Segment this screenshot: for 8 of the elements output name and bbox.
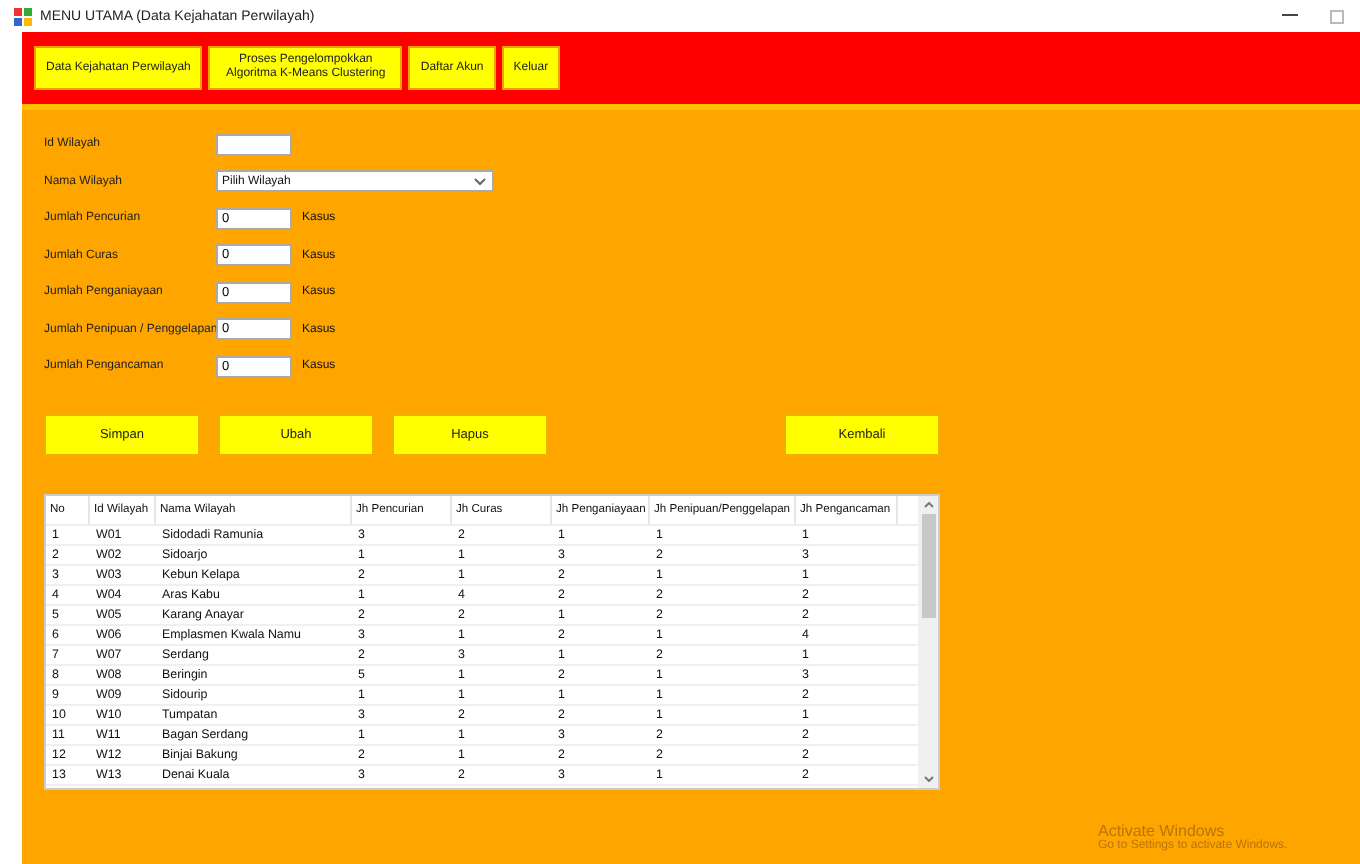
scrollbar[interactable] <box>918 495 938 787</box>
input-field[interactable] <box>216 133 292 156</box>
chevron-icon <box>474 177 486 186</box>
app-icon <box>14 7 32 25</box>
minimize-icon[interactable] <box>1282 14 1298 18</box>
scroll-up-icon[interactable] <box>923 501 933 507</box>
scroll-down-icon[interactable] <box>923 775 933 781</box>
notice-title: Activate Windows <box>1098 822 1225 840</box>
